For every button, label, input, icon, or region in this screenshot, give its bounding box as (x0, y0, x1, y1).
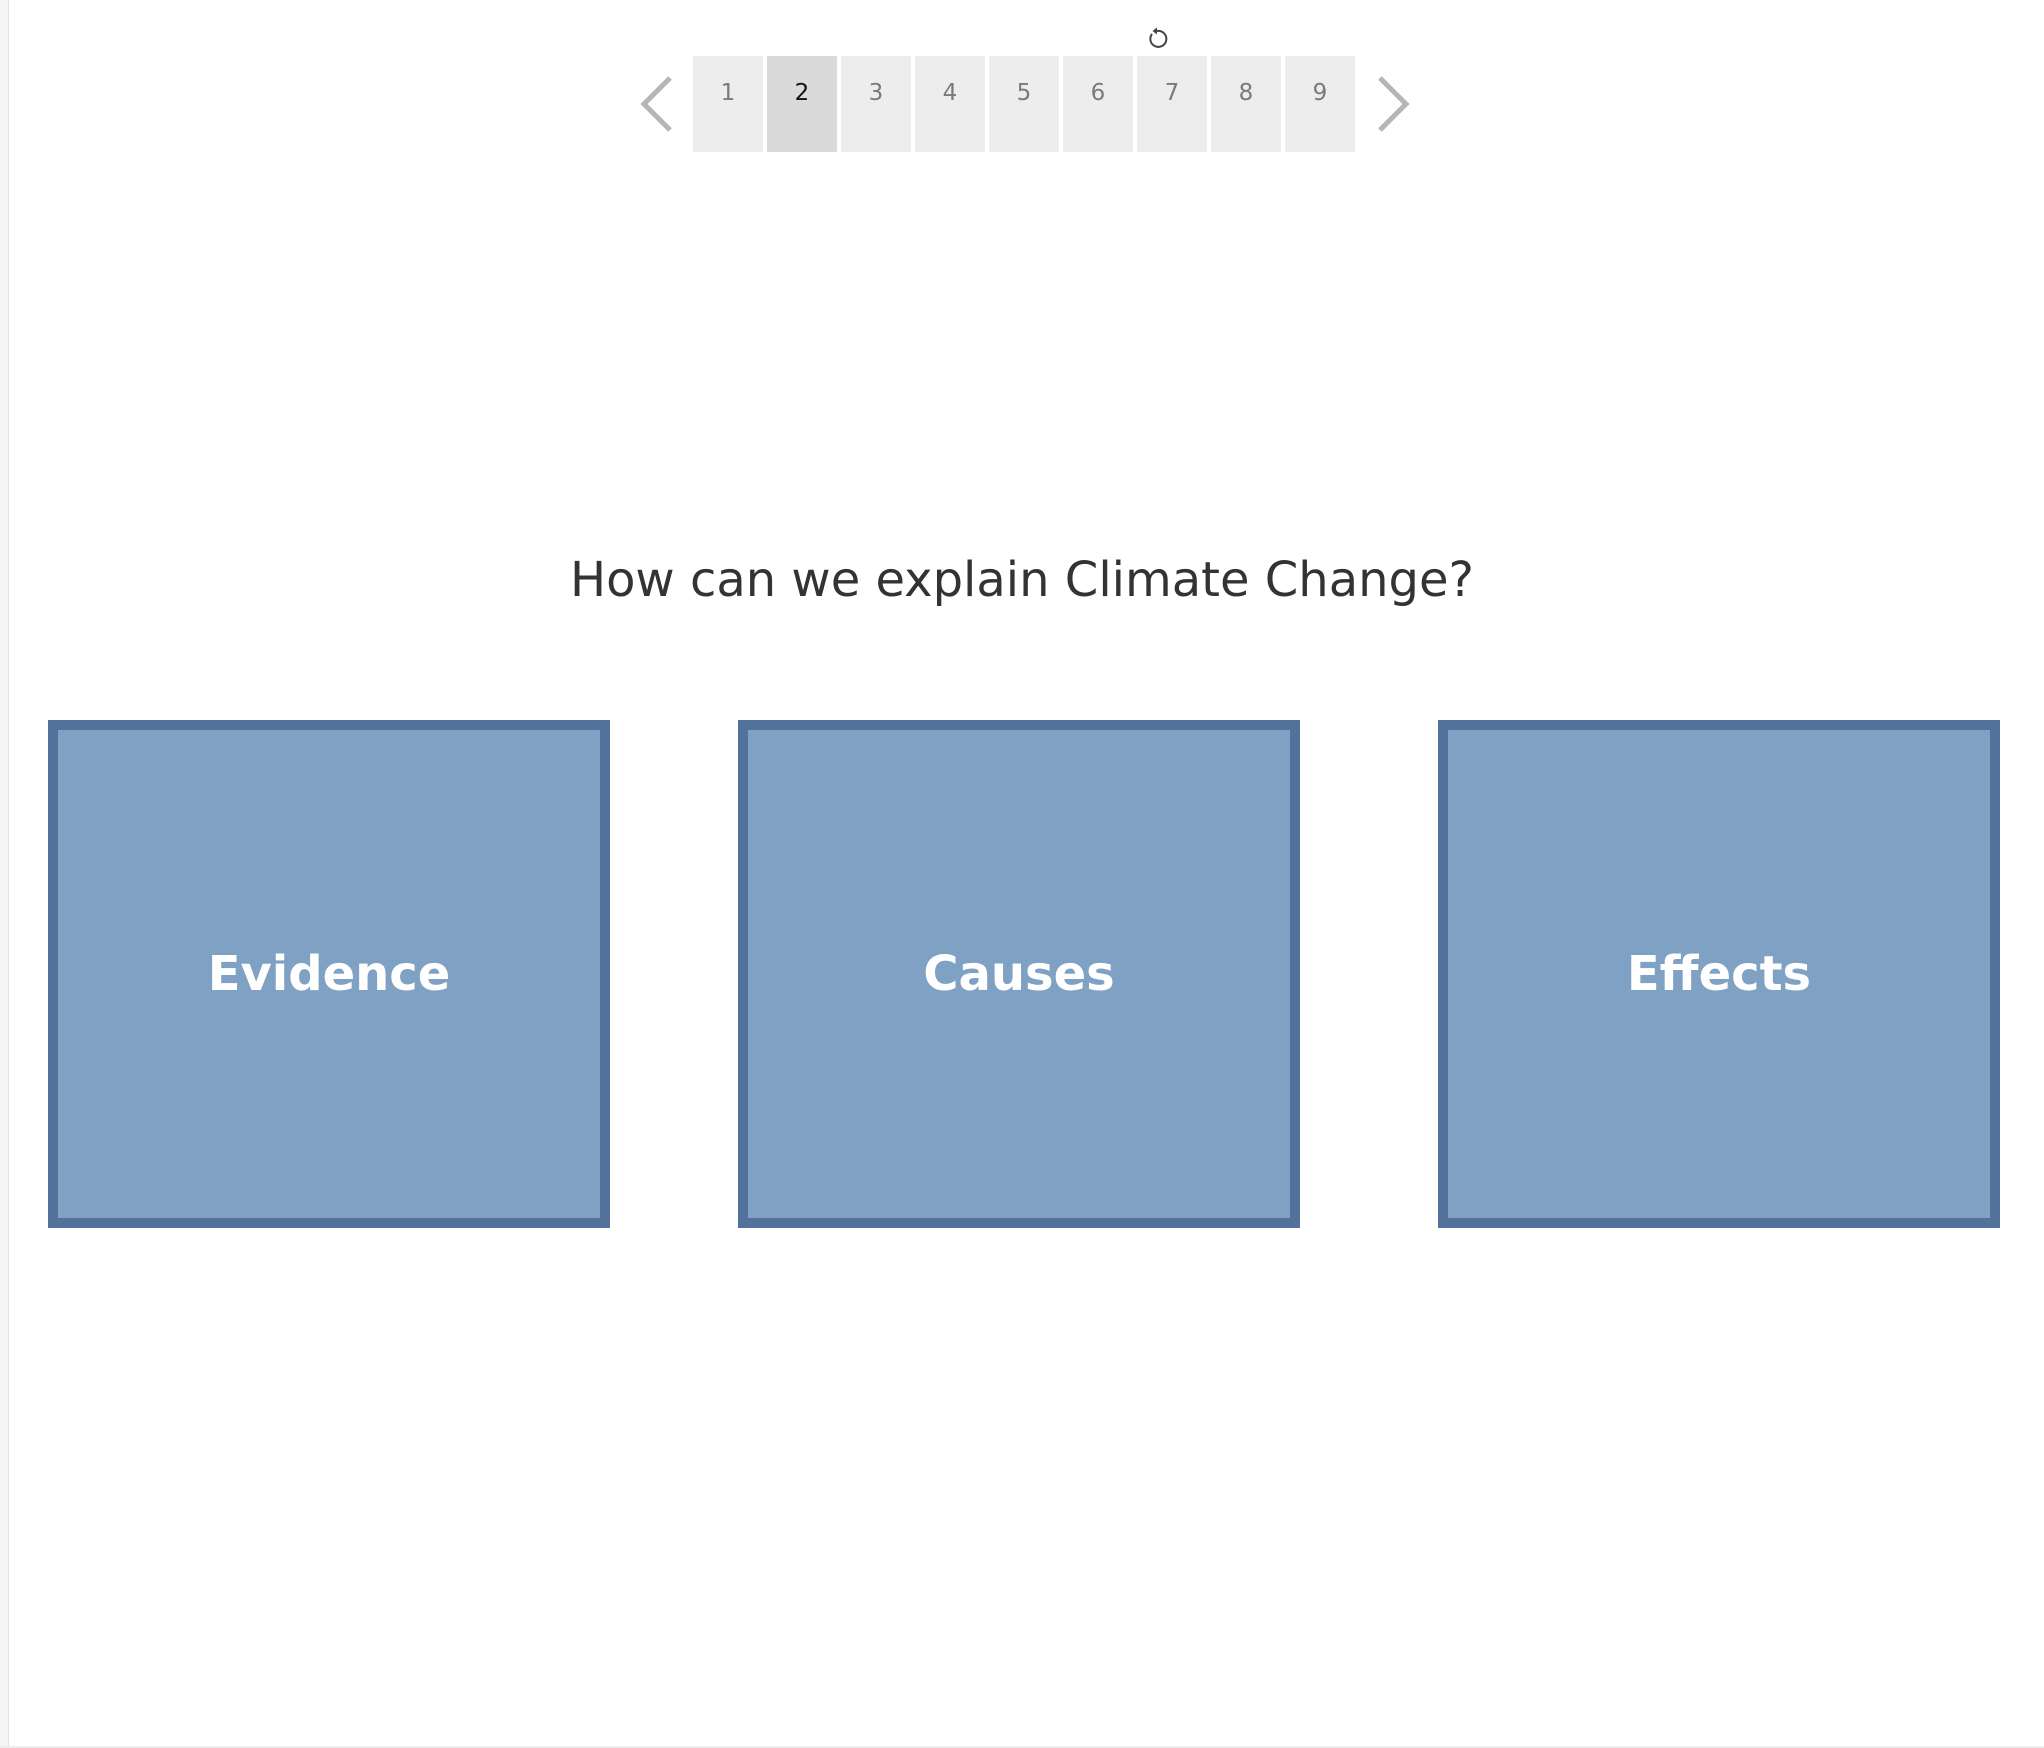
evidence-card-label: Evidence (207, 946, 451, 1002)
page-tab-7[interactable]: 7 (1137, 56, 1207, 152)
page-tab-9[interactable]: 9 (1285, 56, 1355, 152)
chevron-right-icon (1372, 74, 1412, 134)
page-tab-4[interactable]: 4 (915, 56, 985, 152)
causes-card[interactable]: Causes (738, 720, 1300, 1228)
page-tab-1[interactable]: 1 (693, 56, 763, 152)
revert-icon[interactable] (1145, 27, 1169, 51)
effects-card-label: Effects (1626, 946, 1812, 1002)
causes-card-label: Causes (923, 946, 1115, 1002)
next-page-button[interactable] (1372, 74, 1412, 134)
page-tab-3[interactable]: 3 (841, 56, 911, 152)
page-tab-6[interactable]: 6 (1063, 56, 1133, 152)
effects-card[interactable]: Effects (1438, 720, 2000, 1228)
page-tab-2[interactable]: 2 (767, 56, 837, 152)
page-tab-5[interactable]: 5 (989, 56, 1059, 152)
window-edge (0, 0, 8, 1748)
evidence-card[interactable]: Evidence (48, 720, 610, 1228)
page-question-heading: How can we explain Climate Change? (569, 552, 1475, 608)
page-tab-8[interactable]: 8 (1211, 56, 1281, 152)
story-navigator: 1 2 3 4 5 6 7 8 9 (0, 0, 2044, 160)
story-page-tabs: 1 2 3 4 5 6 7 8 9 (693, 56, 1355, 152)
chevron-left-icon (638, 74, 678, 134)
previous-page-button[interactable] (638, 74, 678, 134)
